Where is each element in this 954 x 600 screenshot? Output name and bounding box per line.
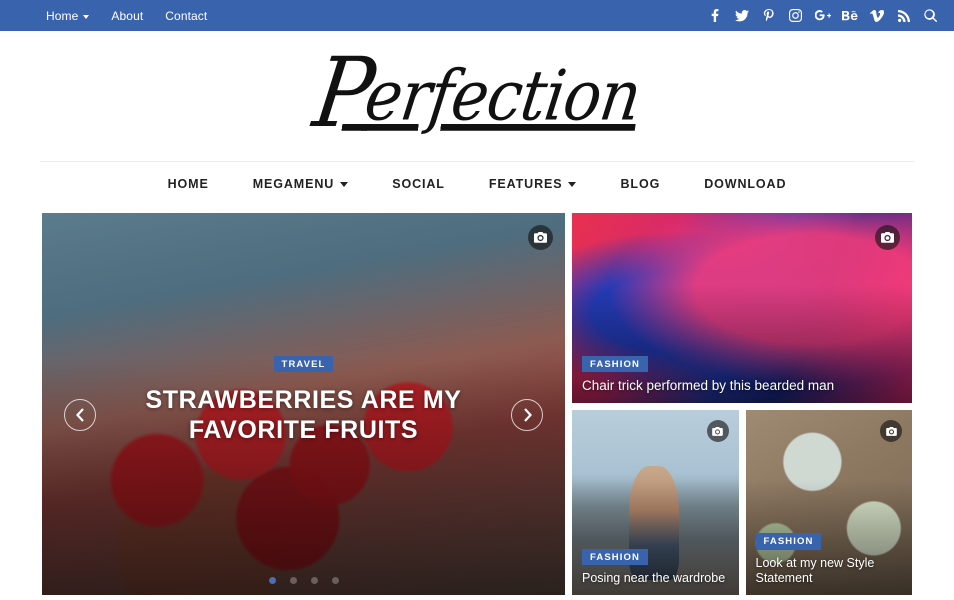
featured-card-category-badge[interactable]: FASHION [755,533,822,550]
featured-card-wardrobe[interactable]: FASHION Posing near the wardrobe [572,410,739,595]
nav-item-home[interactable]: HOME [146,177,231,191]
slider-pagination [42,577,565,584]
pinterest-icon[interactable] [759,0,778,31]
chevron-down-icon [340,182,349,187]
nav-item-megamenu[interactable]: MEGAMENU [231,177,371,191]
featured-card-title[interactable]: Posing near the wardrobe [582,571,729,587]
featured-grid: TRAVEL STRAWBERRIES ARE MY FAVORITE FRUI… [42,213,912,595]
nav-item-social[interactable]: SOCIAL [370,177,467,191]
featured-card-caption: FASHION Look at my new Style Statement [755,531,903,587]
slider-prev-button[interactable] [64,399,96,431]
chevron-down-icon [568,182,577,187]
site-logo-rest: erfection [359,54,646,137]
facebook-icon[interactable] [705,0,724,31]
nav-item-blog[interactable]: BLOG [598,177,682,191]
featured-bottom-row: FASHION Posing near the wardrobe FASHION… [572,410,912,595]
hero-slider[interactable]: TRAVEL STRAWBERRIES ARE MY FAVORITE FRUI… [42,213,565,595]
rss-icon[interactable] [894,0,913,31]
camera-icon [528,225,553,250]
featured-card-bearded-man[interactable]: FASHION Chair trick performed by this be… [572,213,912,403]
featured-card-style-statement[interactable]: FASHION Look at my new Style Statement [745,410,912,595]
hero-category-badge[interactable]: TRAVEL [273,355,334,372]
camera-icon [875,225,900,250]
social-links [697,0,940,31]
top-nav: Home About Contact [46,9,207,23]
top-nav-item-about-label: About [111,8,144,23]
nav-item-download-label: DOWNLOAD [704,176,787,191]
nav-item-megamenu-label: MEGAMENU [252,176,335,191]
behance-icon[interactable] [840,0,859,31]
featured-card-title[interactable]: Look at my new Style Statement [756,556,903,587]
top-nav-item-about[interactable]: About [111,9,143,23]
featured-card-caption: FASHION Chair trick performed by this be… [582,354,902,395]
camera-icon [706,420,729,442]
nav-item-home-label: HOME [167,176,209,191]
featured-card-title[interactable]: Chair trick performed by this bearded ma… [582,378,902,395]
top-nav-item-contact[interactable]: Contact [165,9,207,23]
main-nav-bar: HOME MEGAMENU SOCIAL FEATURES BLOG DOWNL… [40,161,914,205]
brand-header: Perfection [0,31,954,161]
featured-card-category-badge[interactable]: FASHION [582,355,648,373]
slider-dot[interactable] [310,577,318,584]
top-nav-item-home[interactable]: Home [46,8,90,23]
hero-slide-content: TRAVEL STRAWBERRIES ARE MY FAVORITE FRUI… [42,354,565,446]
instagram-icon[interactable] [786,0,805,31]
search-icon[interactable] [921,0,940,31]
top-bar: Home About Contact [0,0,954,31]
slider-dot[interactable] [268,577,276,584]
featured-card-caption: FASHION Posing near the wardrobe [582,547,729,587]
top-nav-item-home-label: Home [46,8,79,23]
hero-title[interactable]: STRAWBERRIES ARE MY FAVORITE FRUITS [82,386,525,445]
nav-item-download[interactable]: DOWNLOAD [682,177,808,191]
featured-right-column: FASHION Chair trick performed by this be… [572,213,912,595]
main-nav: HOME MEGAMENU SOCIAL FEATURES BLOG DOWNL… [146,177,809,191]
nav-item-blog-label: BLOG [620,176,661,191]
nav-item-social-label: SOCIAL [392,176,445,191]
camera-icon [880,420,902,442]
top-nav-item-contact-label: Contact [165,8,208,23]
vimeo-icon[interactable] [867,0,886,31]
slider-dot[interactable] [331,577,339,584]
twitter-icon[interactable] [732,0,751,31]
nav-item-features[interactable]: FEATURES [467,177,599,191]
featured-card-category-badge[interactable]: FASHION [582,548,648,566]
google-plus-icon[interactable] [813,0,832,31]
site-logo[interactable]: Perfection [307,38,645,150]
chevron-down-icon [83,14,90,19]
nav-item-features-label: FEATURES [488,176,563,191]
slider-next-button[interactable] [511,399,543,431]
slider-dot[interactable] [289,577,297,584]
